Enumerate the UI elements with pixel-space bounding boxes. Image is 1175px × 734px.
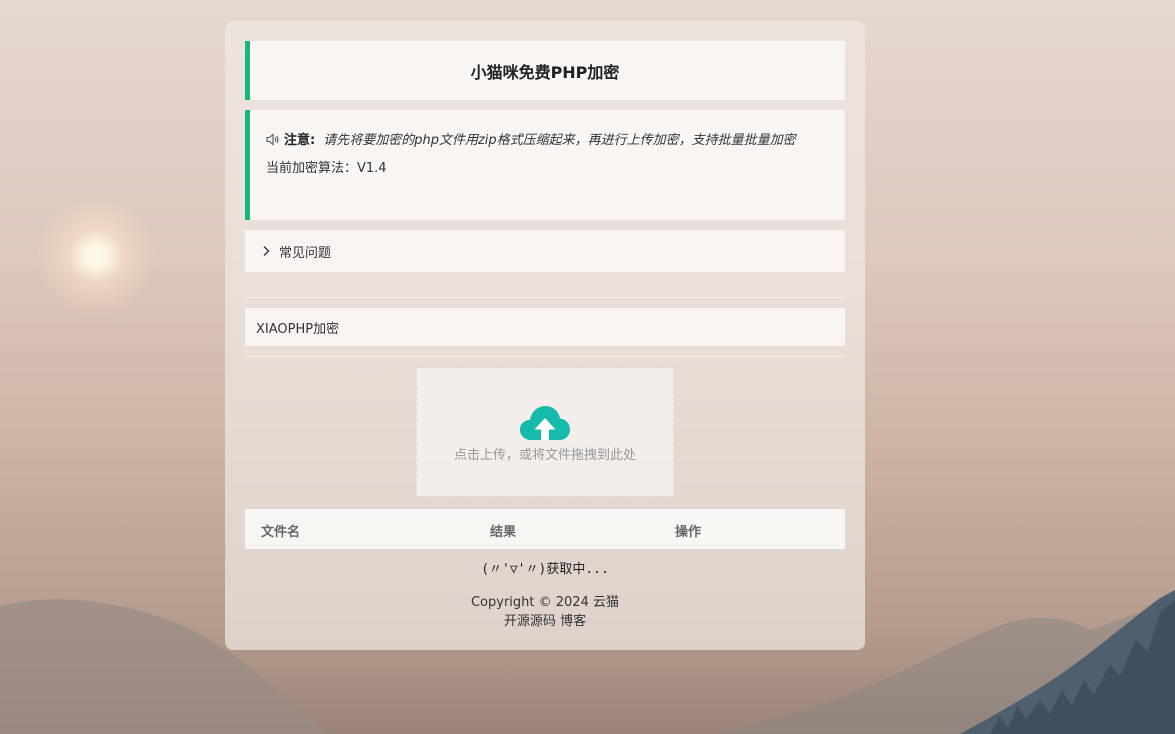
main-card: 小猫咪免费PHP加密 注意: 请先将要加密的php文件用zip格式压缩起来，再进行… bbox=[225, 21, 865, 650]
cloud-upload-icon bbox=[520, 406, 570, 440]
notice-text: 请先将要加密的php文件用zip格式压缩起来，再进行上传加密，支持批量批量加密 bbox=[323, 133, 796, 148]
column-header-result: 结果 bbox=[490, 525, 517, 540]
loading-status: (〃'▽'〃)获取中... bbox=[481, 562, 609, 577]
divider bbox=[245, 356, 845, 357]
notice-panel: 注意: 请先将要加密的php文件用zip格式压缩起来，再进行上传加密，支持批量批量… bbox=[245, 110, 845, 220]
algorithm-version: 当前加密算法：V1.4 bbox=[266, 161, 387, 176]
column-header-filename: 文件名 bbox=[261, 525, 301, 540]
page-title: 小猫咪免费PHP加密 bbox=[470, 62, 620, 82]
faq-label: 常见问题 bbox=[279, 245, 332, 261]
footer: Copyright © 2024 云猫 开源源码 博客 bbox=[225, 593, 865, 631]
copyright-text: Copyright © 2024 云猫 bbox=[470, 595, 619, 610]
column-header-action: 操作 bbox=[675, 525, 702, 540]
notice-label: 注意: bbox=[284, 133, 316, 148]
title-panel: 小猫咪免费PHP加密 bbox=[245, 41, 845, 100]
notice-line: 注意: 请先将要加密的php文件用zip格式压缩起来，再进行上传加密，支持批量批量… bbox=[266, 128, 827, 156]
upload-hint: 点击上传，或将文件拖拽到此处 bbox=[453, 448, 636, 463]
speaker-icon bbox=[266, 130, 280, 156]
blog-link[interactable]: 博客 bbox=[560, 614, 586, 629]
open-source-link[interactable]: 开源源码 bbox=[504, 614, 556, 629]
divider bbox=[245, 297, 845, 298]
faq-collapse-header[interactable]: 常见问题 bbox=[245, 230, 845, 272]
section-title-panel: XIAOPHP加密 bbox=[245, 308, 845, 346]
chevron-right-icon bbox=[263, 246, 270, 256]
file-table-header: 文件名 结果 操作 bbox=[245, 509, 845, 549]
footer-links: 开源源码 博客 bbox=[225, 612, 865, 631]
upload-dropzone[interactable]: 点击上传，或将文件拖拽到此处 bbox=[416, 367, 674, 497]
section-title: XIAOPHP加密 bbox=[256, 321, 340, 337]
